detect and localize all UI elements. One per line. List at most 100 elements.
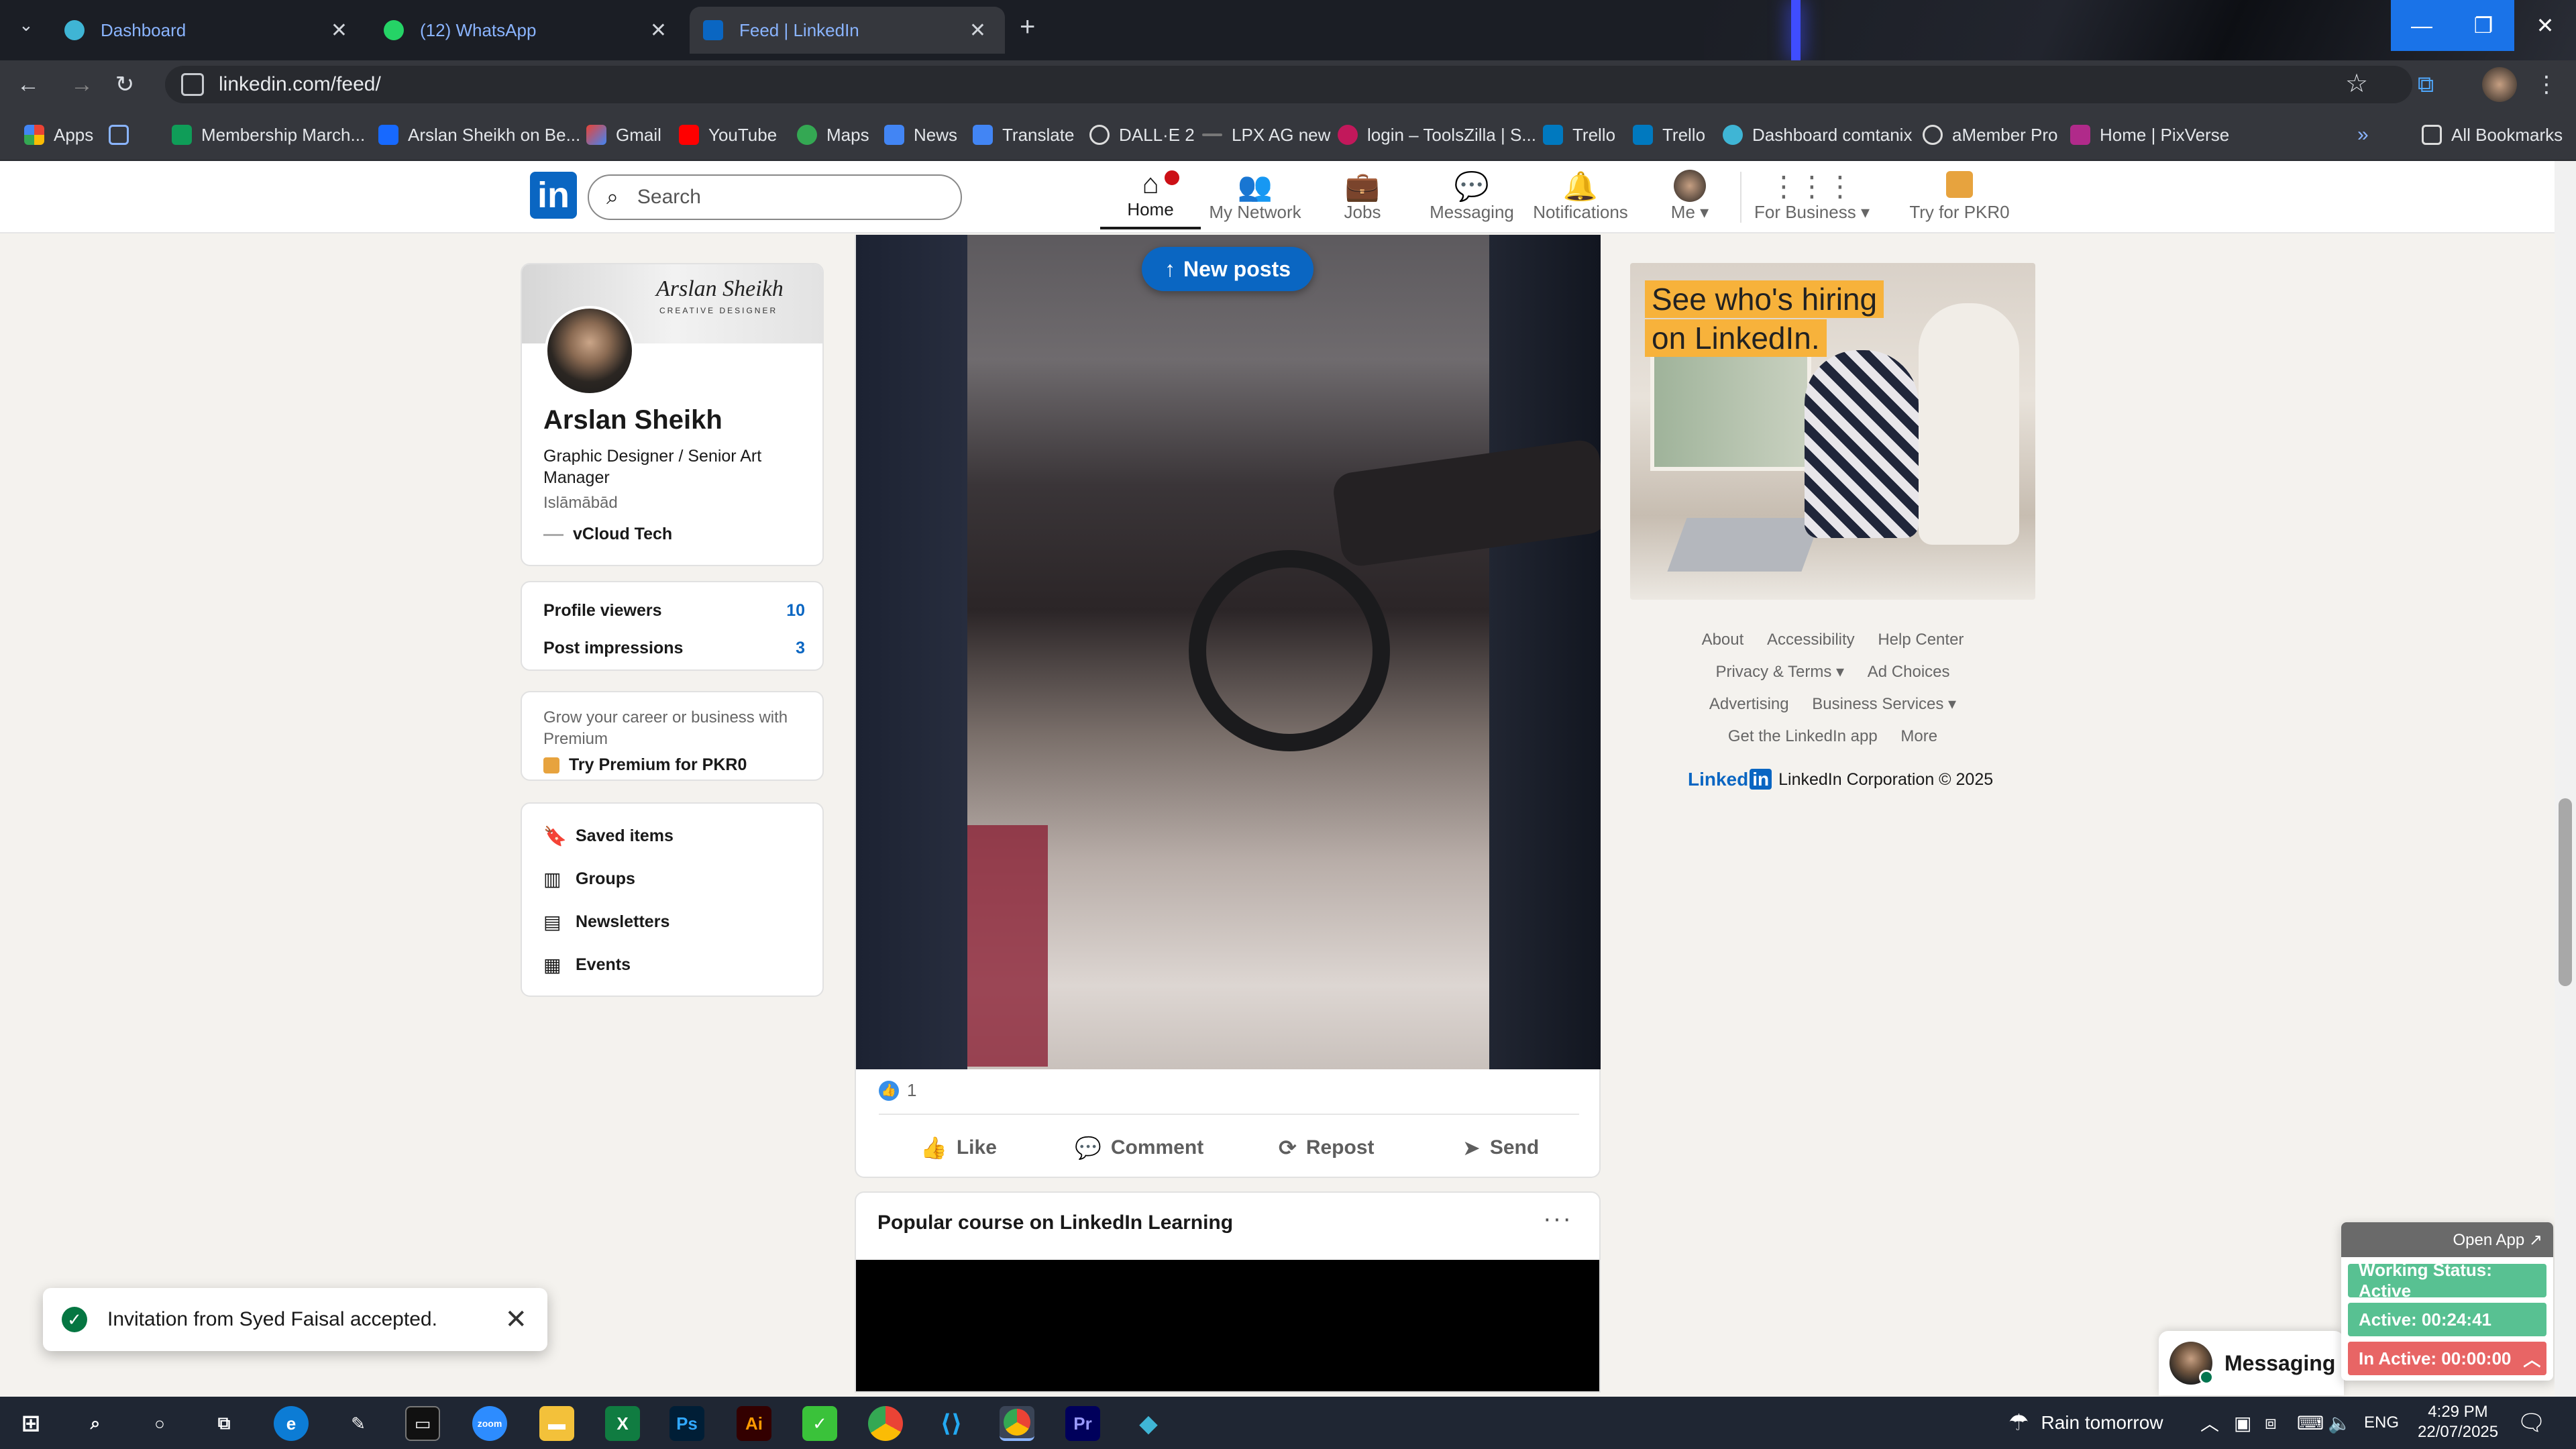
send-button[interactable]: ➤ Send <box>1462 1127 1539 1169</box>
forward-icon[interactable]: → <box>66 68 98 101</box>
link-groups[interactable]: ▥ Groups <box>543 868 635 890</box>
new-posts-button[interactable]: ↑ New posts <box>1142 247 1313 291</box>
bookmark-youtube[interactable]: YouTube <box>679 122 777 148</box>
taskbar-clock[interactable]: 4:29 PM 22/07/2025 <box>2418 1402 2498 1442</box>
nav-messaging[interactable]: 💬 Messaging <box>1418 168 1525 229</box>
open-app-button[interactable]: Open App ↗ <box>2341 1222 2553 1257</box>
browser-menu-icon[interactable]: ⋮ <box>2530 68 2563 101</box>
footer-link[interactable]: More <box>1900 727 1937 745</box>
site-info-icon[interactable] <box>181 73 204 96</box>
profile-company[interactable]: vCloud Tech <box>543 525 672 544</box>
tray-app-icon[interactable]: ▣ <box>2234 1397 2251 1449</box>
footer-link[interactable]: Get the LinkedIn app <box>1728 727 1878 745</box>
inactive-timer[interactable]: In Active: 00:00:00 ︿ <box>2348 1342 2546 1375</box>
vscode-icon[interactable]: ⟨⟩ <box>934 1406 969 1441</box>
terminal-icon[interactable]: ▭ <box>405 1406 440 1441</box>
all-bookmarks[interactable]: All Bookmarks <box>2422 122 2563 148</box>
tab-search-chevron-icon[interactable]: ⌄ <box>19 15 34 36</box>
footer-link[interactable]: About <box>1702 631 1744 649</box>
like-button[interactable]: 👍 Like <box>920 1127 997 1169</box>
premiere-icon[interactable]: Pr <box>1065 1406 1100 1441</box>
footer-link[interactable]: Business Services ▾ <box>1812 695 1956 713</box>
tab-dashboard[interactable]: Dashboard ✕ <box>51 7 366 54</box>
chevron-up-icon[interactable]: ︿ <box>2523 1346 2540 1371</box>
volume-icon[interactable]: 🔈 <box>2328 1397 2351 1449</box>
bookmark-gmail[interactable]: Gmail <box>586 122 661 148</box>
post-video[interactable] <box>856 235 1601 1069</box>
bookmark-news[interactable]: News <box>884 122 957 148</box>
illustrator-icon[interactable]: Ai <box>737 1406 771 1441</box>
nav-jobs[interactable]: 💼 Jobs <box>1312 168 1413 229</box>
minimize-icon[interactable]: — <box>2391 0 2453 51</box>
hiring-ad[interactable]: See who's hiring on LinkedIn. <box>1630 263 2035 600</box>
more-options-icon[interactable]: ··· <box>1543 1205 1572 1234</box>
maximize-icon[interactable]: ❐ <box>2453 0 2514 51</box>
bookmark-translate[interactable]: Translate <box>973 122 1074 148</box>
bookmark-dalle[interactable]: DALL·E 2 <box>1089 122 1195 148</box>
comment-button[interactable]: 💬 Comment <box>1075 1127 1203 1169</box>
notification-center-icon[interactable]: 🗨 <box>2517 1397 2546 1449</box>
network-icon[interactable]: ⌨ <box>2297 1397 2324 1449</box>
bookmark-trello-2[interactable]: Trello <box>1633 122 1705 148</box>
footer-link[interactable]: Privacy & Terms ▾ <box>1715 663 1844 681</box>
nav-notifications[interactable]: 🔔 Notifications <box>1527 168 1634 229</box>
footer-link[interactable]: Advertising <box>1709 695 1789 713</box>
tab-whatsapp[interactable]: (12) WhatsApp ✕ <box>370 7 686 54</box>
stat-profile-viewers[interactable]: Profile viewers 10 <box>543 601 805 621</box>
weather-widget[interactable]: ☂ Rain tomorrow <box>2008 1397 2163 1449</box>
link-newsletters[interactable]: ▤ Newsletters <box>543 911 669 933</box>
bookmark-toolszilla[interactable]: login – ToolsZilla | S... <box>1338 122 1536 148</box>
cortana-icon[interactable]: ○ <box>142 1406 177 1441</box>
messaging-overlay[interactable]: Messaging <box>2159 1331 2344 1395</box>
course-video[interactable] <box>856 1260 1599 1391</box>
profile-name[interactable]: Arslan Sheikh <box>543 405 722 435</box>
reload-icon[interactable]: ↻ <box>109 68 141 101</box>
extensions-icon[interactable]: ⧉ <box>2410 68 2442 101</box>
profile-card[interactable]: Arslan Sheikh CREATIVE DESIGNER Arslan S… <box>521 263 824 566</box>
zoom-icon[interactable]: zoom <box>472 1406 507 1441</box>
nav-for-business[interactable]: ⋮⋮⋮ For Business ▾ <box>1748 168 1876 229</box>
premium-card[interactable]: Grow your career or business with Premiu… <box>521 691 824 781</box>
bookmark-behance[interactable]: Arslan Sheikh on Be... <box>378 122 580 148</box>
taskbar-search-icon[interactable]: ⌕ <box>78 1406 113 1441</box>
nav-home[interactable]: ⌂ Home <box>1100 168 1201 229</box>
edge-icon[interactable]: e <box>274 1406 309 1441</box>
bookmark-amember[interactable]: aMember Pro <box>1923 122 2058 148</box>
bookmark-membership[interactable]: Membership March... <box>172 122 365 148</box>
page-scrollbar-track[interactable] <box>2555 161 2576 1397</box>
footer-link[interactable]: Accessibility <box>1767 631 1855 649</box>
bookmark-grid[interactable] <box>109 122 138 148</box>
stat-post-impressions[interactable]: Post impressions 3 <box>543 639 805 658</box>
close-tab-icon[interactable]: ✕ <box>969 19 986 42</box>
language-indicator[interactable]: ENG <box>2364 1397 2399 1449</box>
windows-start-icon[interactable]: ⊞ <box>13 1406 48 1441</box>
close-window-icon[interactable]: ✕ <box>2514 0 2576 51</box>
pen-tool-icon[interactable]: ✎ <box>341 1406 376 1441</box>
bookmark-maps[interactable]: Maps <box>797 122 869 148</box>
link-saved-items[interactable]: 🔖 Saved items <box>543 825 674 847</box>
task-view-icon[interactable]: ⧉ <box>207 1406 241 1441</box>
close-tab-icon[interactable]: ✕ <box>331 19 347 42</box>
tray-display-icon[interactable]: ⧈ <box>2265 1397 2277 1449</box>
tray-chevron-icon[interactable]: ︿ <box>2200 1397 2219 1449</box>
linkedin-logo-icon[interactable]: in <box>530 172 577 219</box>
chrome-icon[interactable] <box>868 1406 903 1441</box>
footer-link[interactable]: Ad Choices <box>1868 663 1950 681</box>
tab-linkedin[interactable]: Feed | LinkedIn ✕ <box>690 7 1005 54</box>
more-bookmarks-icon[interactable]: » <box>2357 122 2369 148</box>
reaction-summary[interactable]: 👍 1 <box>879 1080 916 1101</box>
bookmark-apps[interactable]: Apps <box>24 122 93 148</box>
comtanix-app-icon[interactable]: ◆ <box>1131 1406 1166 1441</box>
close-toast-icon[interactable]: ✕ <box>504 1304 527 1335</box>
bookmark-dashboard-comtanix[interactable]: Dashboard comtanix <box>1723 122 1912 148</box>
nav-my-network[interactable]: 👥 My Network <box>1205 168 1305 229</box>
photoshop-icon[interactable]: Ps <box>669 1406 704 1441</box>
green-app-icon[interactable]: ✓ <box>802 1406 837 1441</box>
bookmark-trello-1[interactable]: Trello <box>1543 122 1615 148</box>
close-tab-icon[interactable]: ✕ <box>650 19 667 42</box>
page-scrollbar-thumb[interactable] <box>2559 798 2572 986</box>
nav-try-premium[interactable]: Try for PKR0 <box>1902 168 2017 229</box>
back-icon[interactable]: ← <box>12 68 44 101</box>
browser-profile-avatar[interactable] <box>2482 67 2517 102</box>
bookmark-lpx[interactable]: LPX AG new <box>1202 122 1330 148</box>
